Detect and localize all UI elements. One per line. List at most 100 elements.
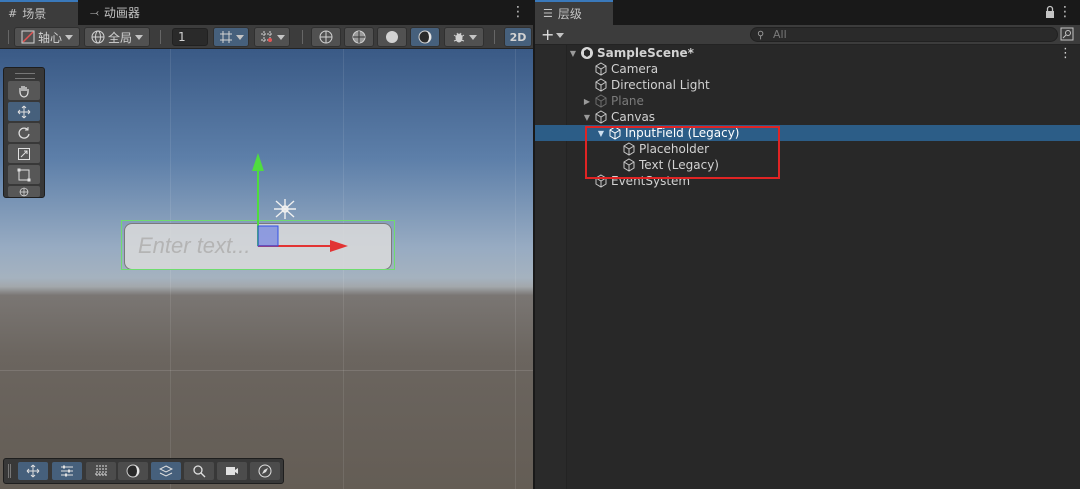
hierarchy-item-directional-light[interactable]: Directional Light [535,77,1080,93]
transform-tools-palette [3,67,45,198]
rotate-tool-button[interactable] [8,123,40,142]
overlay-gizmos-button[interactable] [250,462,280,480]
transform-tool-button[interactable] [8,186,40,197]
overlay-search-button[interactable] [184,462,214,480]
pivot-label: 轴心 [37,30,62,45]
unlit-shading-button[interactable] [377,27,407,47]
hierarchy-panel: ☰ 层级 ⋮ + ⚲ All ▼ SampleScene* ⋮ Camera D… [535,0,1080,489]
overlay-grid-button[interactable] [86,462,116,480]
kebab-menu-icon[interactable]: ⋮ [1059,46,1072,61]
animator-icon: ⤙ [90,5,99,19]
tab-scene[interactable]: # 场景 [0,0,78,25]
kebab-menu-icon[interactable]: ⋮ [511,4,525,20]
list-icon: ☰ [543,7,553,20]
overlay-move-button[interactable] [18,462,48,480]
tab-hierarchy[interactable]: ☰ 层级 [535,0,613,25]
y-axis-arrow-icon[interactable] [252,153,264,171]
hand-tool-button[interactable] [8,81,40,100]
unity-scene-icon [581,47,593,59]
tab-hierarchy-label: 层级 [557,7,582,21]
snap-icon [260,31,273,43]
scale-icon [18,147,30,160]
overlay-shading-button[interactable] [118,462,148,480]
hand-icon [19,85,29,98]
chevron-down-icon [65,34,73,40]
scene-overlay-toolbar [3,458,284,484]
grid-size-input[interactable]: 1 [172,28,208,46]
search-options-icon[interactable] [1060,27,1074,41]
pivot-dropdown[interactable]: 轴心 [14,27,80,47]
overlay-camera-button[interactable] [217,462,247,480]
chevron-down-icon [276,34,285,40]
hierarchy-search-input[interactable]: ⚲ All [750,27,1058,42]
hierarchy-item-plane[interactable]: ▶ Plane [535,93,1080,109]
debug-draw-mode-button[interactable] [444,27,484,47]
kebab-menu-icon[interactable]: ⋮ [1058,4,1072,20]
chevron-down-icon [468,34,477,40]
grid-icon: # [8,7,18,20]
grid-line [0,370,533,371]
chevron-down-icon [135,34,143,40]
rect-tool-button[interactable] [8,165,40,184]
bug-icon [453,32,464,43]
scene-name: SampleScene* [597,46,694,60]
scene-root-row[interactable]: ▼ SampleScene* ⋮ [535,45,1080,61]
scene-toolbar: 轴心 全局 1 2D [0,25,533,49]
gameobject-cube-icon [595,78,607,92]
drag-handle-icon[interactable] [8,464,11,478]
move-gizmo[interactable] [230,149,360,259]
transform-combo-icon [19,187,29,196]
overlay-orientation-button[interactable] [151,462,181,480]
globe-icon [91,30,105,44]
toolbar-separator [302,30,303,44]
hierarchy-item-label: Camera [611,62,659,76]
move-tool-button[interactable] [8,102,40,121]
annotation-highlight-box [585,126,780,179]
hierarchy-item-label: Directional Light [611,78,710,92]
grid-line [515,49,516,489]
tab-scene-label: 场景 [22,7,47,21]
collapsed-arrow-icon[interactable]: ▶ [582,97,592,106]
expand-arrow-icon[interactable]: ▼ [582,113,592,122]
pivot-icon [21,30,35,44]
shaded-wireframe-button[interactable] [344,27,374,47]
lit-sphere-icon [126,464,140,478]
rect-transform-icon [17,168,31,181]
grid-icon [95,465,107,477]
expand-arrow-icon[interactable]: ▼ [568,49,578,58]
shaded-wire-sphere-icon [352,30,366,44]
increment-snap-button[interactable] [254,27,290,47]
lit-shading-button[interactable] [410,27,440,47]
x-axis-arrow-icon[interactable] [330,240,348,252]
global-dropdown[interactable]: 全局 [84,27,150,47]
panel-splitter[interactable] [533,0,535,489]
create-button[interactable]: + [541,25,565,45]
lit-sphere-icon [418,30,432,44]
move-arrows-icon [26,464,40,478]
chevron-down-icon [235,34,244,40]
xy-plane-handle-icon[interactable] [257,225,279,247]
grid-snap-button[interactable] [213,27,249,47]
overlay-tool-settings-button[interactable] [52,462,82,480]
wireframe-shading-button[interactable] [311,27,341,47]
hierarchy-tabbar: ☰ 层级 ⋮ [535,0,1080,25]
chevron-down-icon [556,32,565,38]
gameobject-cube-icon [595,62,607,76]
2d-mode-toggle[interactable]: 2D [504,27,532,47]
tab-animator-label: 动画器 [103,6,140,20]
lock-icon[interactable] [1044,5,1056,19]
plus-icon: + [541,25,555,44]
unity-editor: # 场景 ⤙ 动画器 ⋮ 轴心 全局 1 2D Enter text... ☰ … [0,0,1080,489]
grid-snap-icon [219,31,232,43]
solid-sphere-icon [386,31,398,43]
hierarchy-item-canvas[interactable]: ▼ Canvas [535,109,1080,125]
scene-viewport[interactable]: Enter text... [0,49,533,489]
hierarchy-item-camera[interactable]: Camera [535,61,1080,77]
move-arrows-icon [17,105,31,118]
drag-handle-icon[interactable] [15,73,35,79]
global-label: 全局 [107,30,132,45]
camera-icon [226,467,238,475]
tab-animator[interactable]: ⤙ 动画器 [82,0,172,25]
compass-icon [258,464,272,478]
scale-tool-button[interactable] [8,144,40,163]
